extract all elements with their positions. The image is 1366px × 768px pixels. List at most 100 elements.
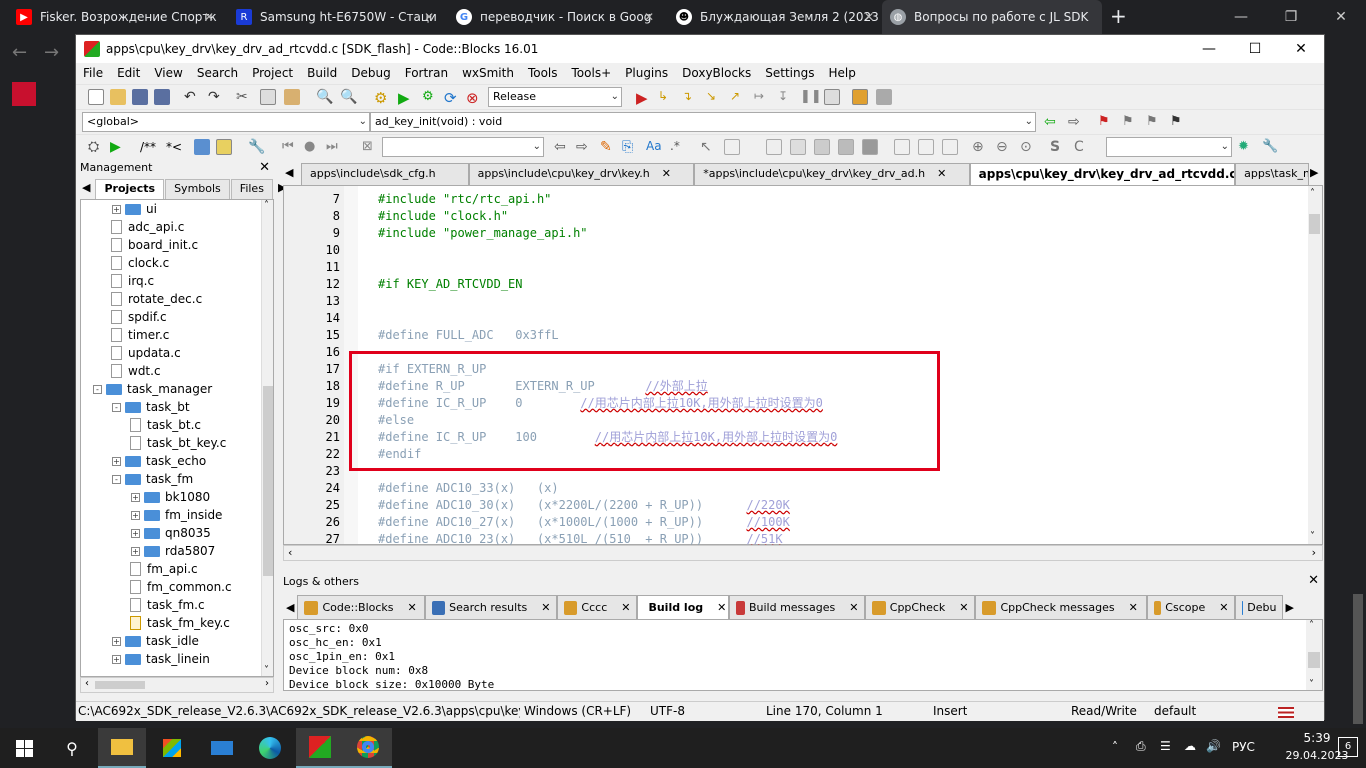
- scroll-down-icon[interactable]: ˅: [1310, 531, 1315, 542]
- codeblocks-app[interactable]: [296, 728, 344, 768]
- menu-search[interactable]: Search: [190, 66, 245, 80]
- close-icon[interactable]: ✕: [864, 10, 874, 24]
- scroll-right-icon[interactable]: ›: [265, 678, 269, 689]
- start-button[interactable]: [0, 728, 48, 768]
- close-icon[interactable]: ✕: [849, 601, 858, 614]
- scroll-up-icon[interactable]: ˄: [264, 200, 269, 211]
- close-icon[interactable]: ✕: [717, 601, 726, 614]
- collapse-icon[interactable]: -: [112, 474, 121, 484]
- jump-back-icon[interactable]: ⇦: [1044, 114, 1060, 130]
- expand-icon[interactable]: +: [112, 636, 121, 646]
- close-icon[interactable]: ✕: [1316, 0, 1366, 34]
- collapse-icon[interactable]: -: [112, 402, 121, 412]
- notifications-button[interactable]: 6: [1338, 737, 1358, 757]
- close-icon[interactable]: ✕: [959, 601, 968, 614]
- menu-wxsmith[interactable]: wxSmith: [455, 66, 521, 80]
- arrow-right-icon[interactable]: ⇨: [576, 139, 592, 155]
- tab-projects[interactable]: Projects: [95, 179, 165, 199]
- tree-file[interactable]: adc_api.c: [111, 218, 184, 236]
- align-left-icon[interactable]: [894, 139, 910, 155]
- prev-bookmark-icon[interactable]: ⚑: [1122, 114, 1138, 130]
- align-right-icon[interactable]: [942, 139, 958, 155]
- scroll-right-icon[interactable]: ›: [1312, 546, 1316, 559]
- tree-file[interactable]: task_fm.c: [130, 596, 205, 614]
- build-target-select[interactable]: Release ⌄: [488, 87, 622, 107]
- run-to-cursor-icon[interactable]: ↳: [658, 89, 674, 105]
- doxywizard-icon[interactable]: ⛭: [88, 139, 104, 155]
- dot-icon[interactable]: ●: [304, 139, 320, 155]
- symbol-combo[interactable]: ⌄: [1106, 137, 1232, 157]
- menu-debug[interactable]: Debug: [344, 66, 397, 80]
- wrench-icon[interactable]: 🔧: [248, 139, 265, 155]
- menu-fortran[interactable]: Fortran: [398, 66, 455, 80]
- browser-tab-4[interactable]: ☻ Блуждающая Земля 2 (2023 ✕: [668, 0, 882, 34]
- find-icon[interactable]: 🔍: [316, 89, 333, 105]
- menu-project[interactable]: Project: [245, 66, 300, 80]
- scrollbar-thumb[interactable]: [1353, 594, 1363, 724]
- search-icon[interactable]: ⚲: [48, 728, 96, 768]
- c-icon[interactable]: C: [1074, 139, 1090, 155]
- tab-scroll-left-icon[interactable]: ◀: [78, 179, 94, 199]
- editor-tab[interactable]: apps\include\sdk_cfg.h: [300, 163, 469, 185]
- replace-icon[interactable]: 🔍: [340, 89, 357, 105]
- log-tab[interactable]: Cccc ✕: [557, 595, 638, 619]
- cloud-icon[interactable]: ☁: [1184, 739, 1196, 753]
- maximize-icon[interactable]: ☐: [1232, 35, 1278, 63]
- tree-folder[interactable]: - task_fm: [112, 470, 193, 488]
- highlight-icon[interactable]: ✎: [600, 139, 616, 155]
- align-center-icon[interactable]: [918, 139, 934, 155]
- scrollbar-thumb[interactable]: [95, 681, 145, 689]
- close-icon[interactable]: ✕: [408, 601, 417, 614]
- expand-icon[interactable]: +: [131, 510, 140, 520]
- info-icon[interactable]: [876, 89, 892, 105]
- html-icon[interactable]: [194, 139, 210, 155]
- menu-view[interactable]: View: [147, 66, 189, 80]
- first-icon[interactable]: ⏮: [282, 139, 298, 155]
- back-icon[interactable]: ←: [12, 42, 27, 63]
- doxy-run-icon[interactable]: ▶: [110, 139, 126, 155]
- tree-file[interactable]: spdif.c: [111, 308, 167, 326]
- tree-file[interactable]: fm_api.c: [130, 560, 198, 578]
- open-icon[interactable]: [110, 89, 126, 105]
- tree-file[interactable]: updata.c: [111, 344, 181, 362]
- menu-edit[interactable]: Edit: [110, 66, 147, 80]
- tree-folder[interactable]: + rda5807: [131, 542, 215, 560]
- vertical-scrollbar[interactable]: ˄ ˅: [1308, 186, 1322, 544]
- widget-icon[interactable]: [724, 139, 740, 155]
- tab-symbols[interactable]: Symbols: [165, 179, 230, 199]
- editor-tab[interactable]: apps\include\cpu\key_drv\key.h ✕: [468, 163, 695, 185]
- scroll-down-icon[interactable]: ˅: [264, 665, 269, 676]
- menu-plugins[interactable]: Plugins: [618, 66, 675, 80]
- scroll-up-icon[interactable]: ˄: [1310, 188, 1315, 199]
- undo-icon[interactable]: ↶: [184, 89, 200, 105]
- tree-folder[interactable]: - task_manager: [93, 380, 212, 398]
- close-icon[interactable]: ✕: [937, 167, 946, 180]
- close-icon[interactable]: ✕: [204, 10, 214, 24]
- editor-tab[interactable]: apps\task_m: [1235, 163, 1310, 185]
- panel-icon[interactable]: [790, 139, 806, 155]
- log-tab[interactable]: Build messages ✕: [729, 595, 866, 619]
- debug-windows-icon[interactable]: [852, 89, 868, 105]
- tree-file[interactable]: clock.c: [111, 254, 169, 272]
- expand-icon[interactable]: +: [112, 204, 121, 214]
- log-tab[interactable]: CppCheck messages ✕: [975, 595, 1148, 619]
- scroll-left-icon[interactable]: ‹: [85, 678, 89, 689]
- tree-file[interactable]: board_init.c: [111, 236, 198, 254]
- new-tab-button[interactable]: +: [1110, 4, 1127, 28]
- rebuild-icon[interactable]: ⟳: [444, 89, 460, 107]
- close-icon[interactable]: ✕: [662, 167, 671, 180]
- scrollbar-thumb[interactable]: [263, 386, 273, 576]
- s-icon[interactable]: S: [1050, 139, 1066, 155]
- close-icon[interactable]: ✕: [541, 601, 550, 614]
- next-bookmark-icon[interactable]: ⚑: [1146, 114, 1162, 130]
- forward-icon[interactable]: →: [44, 42, 59, 63]
- arrow-left-icon[interactable]: ⇦: [554, 139, 570, 155]
- tree-folder[interactable]: + ui: [112, 200, 157, 218]
- bar-icon[interactable]: [814, 139, 830, 155]
- cut-icon[interactable]: ✂: [236, 89, 252, 105]
- menu-doxyblocks[interactable]: DoxyBlocks: [675, 66, 758, 80]
- build-log-output[interactable]: ˄ ˅ osc_src: 0x0 osc_hc_en: 0x1 osc_1pin_e…: [283, 619, 1323, 691]
- tree-folder[interactable]: + task_idle: [112, 632, 199, 650]
- chm-icon[interactable]: [216, 139, 232, 155]
- horizontal-scrollbar[interactable]: ‹ ›: [80, 677, 274, 693]
